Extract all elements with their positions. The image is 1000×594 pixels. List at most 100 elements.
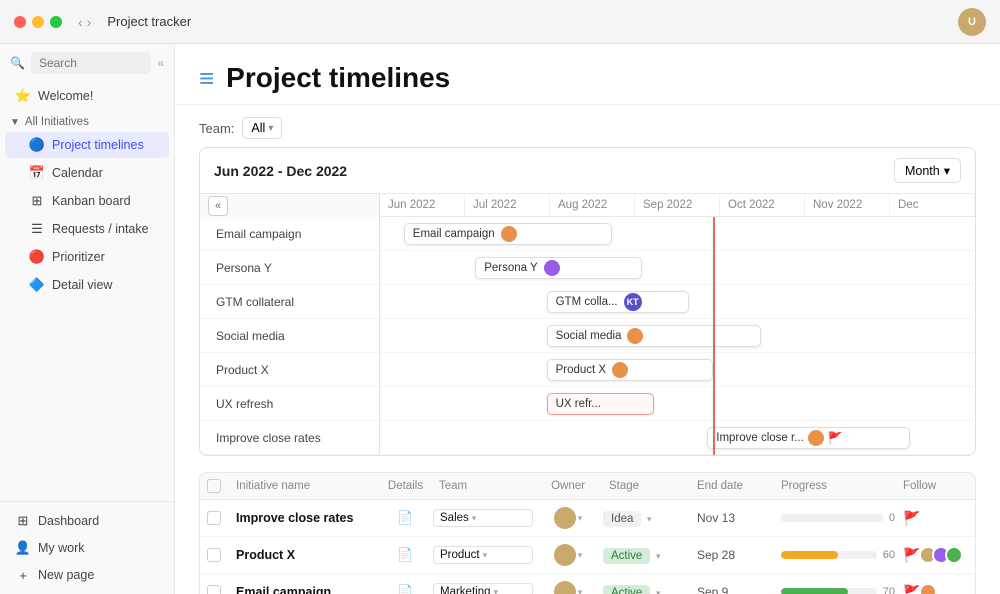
follow-flag-icon[interactable]: 🚩 xyxy=(903,547,920,564)
table-row: Email campaign 📄 Marketing▾ ▾ Active ▾ S… xyxy=(200,574,975,594)
maximize-button[interactable] xyxy=(50,16,62,28)
sidebar-item-label: Detail view xyxy=(52,278,112,292)
table-header: Initiative name Details Team Owner Stage… xyxy=(200,473,975,500)
stage-badge[interactable]: Active xyxy=(603,585,650,594)
sidebar-item-requests[interactable]: ☰ Requests / intake xyxy=(5,216,169,242)
back-icon[interactable]: ‹ xyxy=(78,14,83,30)
month-col-nov: Nov 2022 xyxy=(805,194,890,216)
follower-avatar xyxy=(945,546,963,564)
sidebar-item-detail-view[interactable]: 🔷 Detail view xyxy=(5,272,169,298)
row-label-gtm: GTM collateral xyxy=(200,285,380,318)
search-input[interactable] xyxy=(31,52,151,74)
team-label: Team: xyxy=(199,121,234,136)
row-bars-email: Email campaign xyxy=(380,217,975,250)
titlebar-nav: ‹ › xyxy=(78,14,91,30)
traffic-lights xyxy=(14,16,62,28)
row-bars-gtm: GTM colla... KT xyxy=(380,285,975,318)
stage-badge[interactable]: Idea xyxy=(603,511,641,527)
bar-improve-close[interactable]: Improve close r... 🚩 xyxy=(707,427,909,449)
main-scroll-area: Team: All ▾ Jun 2022 - Dec 2022 Month ▾ xyxy=(175,105,1000,594)
timeline-row-persona: Persona Y Persona Y xyxy=(200,251,975,285)
team-dropdown[interactable]: Product▾ xyxy=(433,546,533,564)
stage-chevron[interactable]: ▾ xyxy=(647,514,652,524)
sidebar-search-area: 🔍 « xyxy=(0,44,174,82)
timeline-row-improve: Improve close rates Improve close r... 🚩 xyxy=(200,421,975,455)
table-section: Initiative name Details Team Owner Stage… xyxy=(199,472,976,594)
sidebar-item-label: Calendar xyxy=(52,166,103,180)
bar-product-x[interactable]: Product X xyxy=(547,359,714,381)
collapse-timeline-button[interactable]: « xyxy=(208,196,228,216)
owner-avatar xyxy=(554,581,576,594)
row-enddate: Nov 13 xyxy=(693,511,773,525)
plus-icon: + xyxy=(15,567,31,583)
owner-chevron[interactable]: ▾ xyxy=(578,587,583,594)
sidebar-item-calendar[interactable]: 📅 Calendar xyxy=(5,160,169,186)
sidebar-item-kanban[interactable]: ⊞ Kanban board xyxy=(5,188,169,214)
sidebar-item-dashboard[interactable]: ⊞ Dashboard xyxy=(5,508,169,534)
progress-value: 70 xyxy=(883,586,895,594)
follow-flag-icon[interactable]: 🚩 xyxy=(903,510,920,527)
row-label-email: Email campaign xyxy=(200,217,380,250)
sidebar-item-label: My work xyxy=(38,541,85,555)
row-name: Product X xyxy=(228,548,378,562)
team-dropdown[interactable]: Sales▾ xyxy=(433,509,533,527)
row-details[interactable]: 📄 xyxy=(378,584,433,594)
chevron-down-icon: ▾ xyxy=(944,163,950,178)
row-details[interactable]: 📄 xyxy=(378,547,433,563)
row-team: Marketing▾ xyxy=(433,583,533,594)
bar-social-media[interactable]: Social media xyxy=(547,325,761,347)
month-col-aug: Aug 2022 xyxy=(550,194,635,216)
row-follow: 🚩 xyxy=(903,510,976,527)
sidebar-item-label: Prioritizer xyxy=(52,250,105,264)
row-name: Email campaign xyxy=(228,585,378,594)
close-button[interactable] xyxy=(14,16,26,28)
stage-chevron[interactable]: ▾ xyxy=(656,551,661,561)
chevron-down-icon: ▼ xyxy=(10,117,20,128)
header-checkbox[interactable] xyxy=(207,479,221,493)
month-selector-button[interactable]: Month ▾ xyxy=(894,158,961,183)
bar-email-campaign[interactable]: Email campaign xyxy=(404,223,612,245)
row-team: Sales▾ xyxy=(433,509,533,527)
sidebar-item-label: Requests / intake xyxy=(52,222,149,236)
detail-icon: 🔷 xyxy=(29,277,45,293)
sidebar-item-newpage[interactable]: + New page xyxy=(5,562,169,588)
col-header-name: Initiative name xyxy=(228,480,378,492)
owner-avatar xyxy=(554,544,576,566)
bar-ux-refresh[interactable]: UX refr... xyxy=(547,393,654,415)
owner-avatar xyxy=(554,507,576,529)
stage-badge[interactable]: Active xyxy=(603,548,650,564)
team-dropdown[interactable]: Marketing▾ xyxy=(433,583,533,594)
team-filter-button[interactable]: All ▾ xyxy=(242,117,282,139)
row-checkbox[interactable] xyxy=(207,548,221,562)
bar-persona-y[interactable]: Persona Y xyxy=(475,257,642,279)
sidebar-item-mywork[interactable]: 👤 My work xyxy=(5,535,169,561)
titlebar: ‹ › Project tracker U xyxy=(0,0,1000,44)
stage-chevron[interactable]: ▾ xyxy=(656,588,661,594)
sidebar-item-prioritizer[interactable]: 🔴 Prioritizer xyxy=(5,244,169,270)
row-details[interactable]: 📄 xyxy=(378,510,433,526)
row-checkbox[interactable] xyxy=(207,511,221,525)
minimize-button[interactable] xyxy=(32,16,44,28)
user-avatar[interactable]: U xyxy=(958,8,986,36)
forward-icon[interactable]: › xyxy=(87,14,92,30)
sidebar-item-welcome[interactable]: ⭐ Welcome! xyxy=(5,83,169,109)
sidebar-section-initiatives[interactable]: ▼ All Initiatives xyxy=(0,110,174,131)
progress-value: 0 xyxy=(889,512,895,524)
follow-flag-icon[interactable]: 🚩 xyxy=(903,584,920,594)
collapse-icon[interactable]: « xyxy=(157,56,164,70)
owner-chevron[interactable]: ▾ xyxy=(578,550,583,561)
bar-gtm[interactable]: GTM colla... KT xyxy=(547,291,690,313)
row-label-social: Social media xyxy=(200,319,380,352)
row-stage: Active ▾ xyxy=(603,584,693,594)
team-filter-value: All xyxy=(251,121,265,135)
row-bars-improve: Improve close r... 🚩 xyxy=(380,421,975,454)
follow-avatars xyxy=(924,546,963,564)
row-progress: 0 xyxy=(773,512,903,524)
priority-icon: 🔴 xyxy=(29,249,45,265)
row-checkbox[interactable] xyxy=(207,585,221,594)
timeline-row-social: Social media Social media xyxy=(200,319,975,353)
sidebar-item-project-timelines[interactable]: 🔵 Project timelines xyxy=(5,132,169,158)
row-follow: 🚩 xyxy=(903,583,976,594)
owner-chevron[interactable]: ▾ xyxy=(578,513,583,524)
sidebar-item-label: New page xyxy=(38,568,94,582)
